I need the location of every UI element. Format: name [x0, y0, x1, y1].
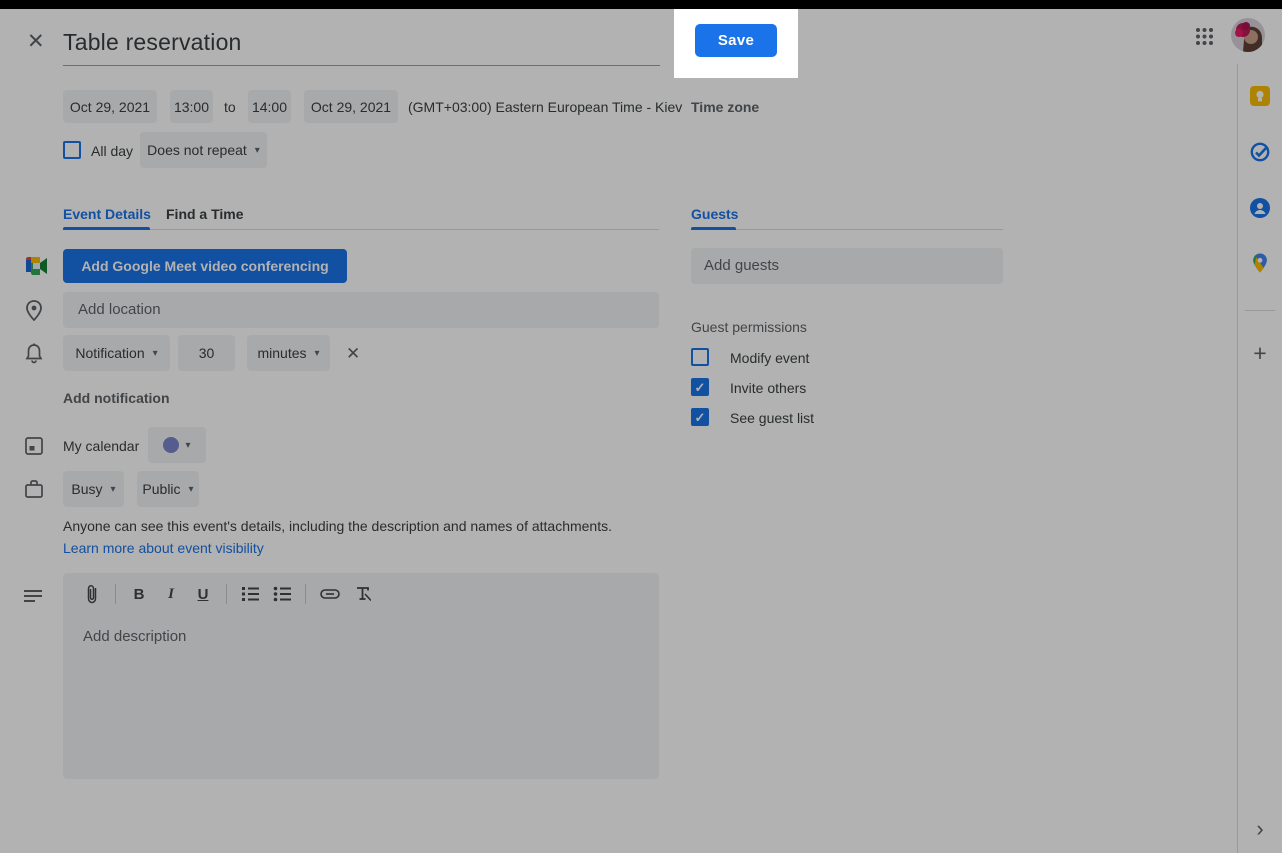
save-spotlight: Save: [674, 9, 798, 78]
screenshot-root: ✕ Table reservation Oct 29, 2021 13:00: [0, 0, 1282, 853]
tutorial-dim-overlay: [0, 0, 1282, 853]
save-button[interactable]: Save: [695, 24, 777, 57]
top-black-bar: [0, 0, 1282, 9]
